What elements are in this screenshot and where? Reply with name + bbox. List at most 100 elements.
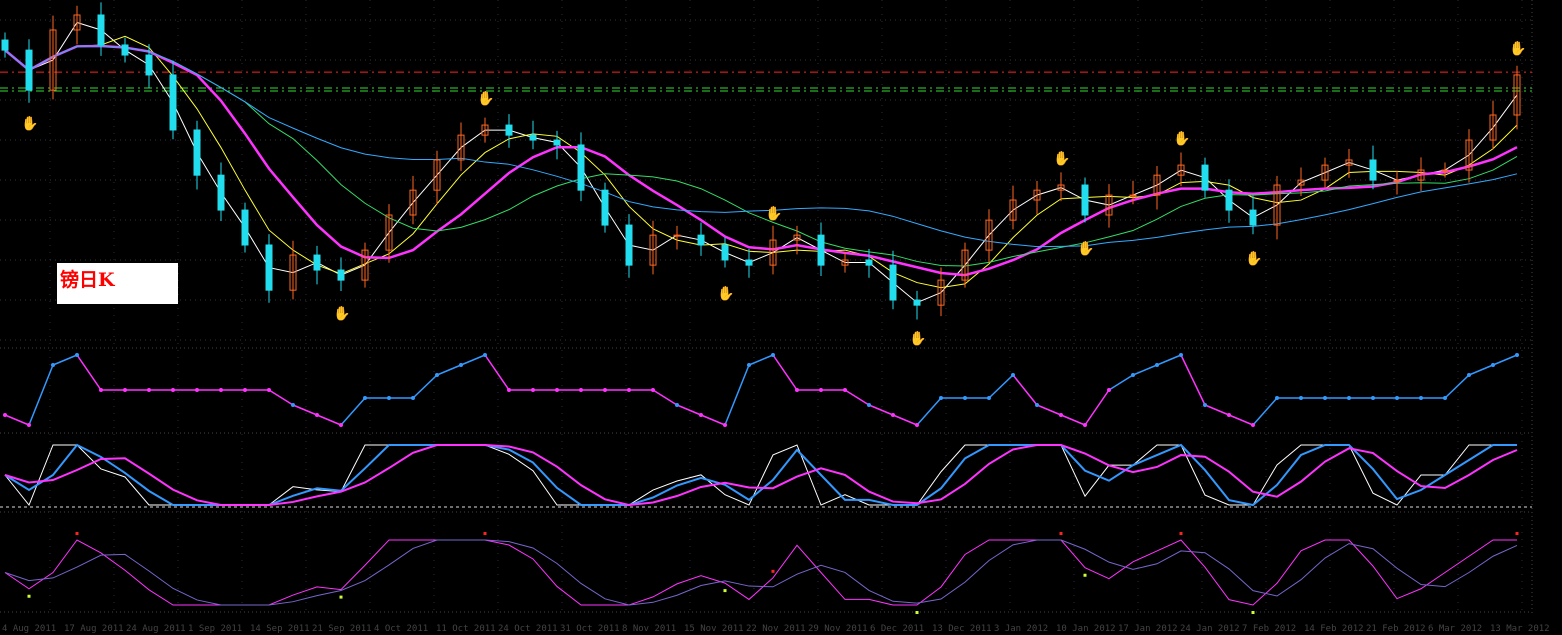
candle-body <box>1225 189 1233 211</box>
step-indicator-segment <box>1108 374 1134 391</box>
moving-average-ma20 <box>4 44 1518 277</box>
step-indicator-segment <box>1156 354 1182 366</box>
step-indicator-dot <box>459 363 463 367</box>
candle-body <box>889 264 897 301</box>
bottom-hand-icon: ✋ <box>21 115 38 132</box>
step-indicator-segment <box>676 404 702 416</box>
step-indicator-segment <box>1180 354 1206 406</box>
step-indicator-segment <box>1204 404 1230 416</box>
step-indicator-dot <box>387 396 391 400</box>
candle-body <box>745 259 753 266</box>
step-indicator-dot <box>3 413 7 417</box>
step-indicator-segment <box>1228 414 1254 426</box>
step-indicator-segment <box>1036 404 1062 416</box>
step-indicator-segment <box>292 404 318 416</box>
x-tick-label: 14 Feb 2012 <box>1304 624 1364 634</box>
x-tick-label: 7 Feb 2012 <box>1242 624 1296 634</box>
oscillator-bottom-marker <box>27 594 31 598</box>
candle-body <box>697 234 705 246</box>
step-indicator-dot <box>1443 396 1447 400</box>
step-indicator-segment <box>4 414 30 426</box>
bottom-hand-icon: ✋ <box>1245 250 1262 267</box>
x-tick-label: 21 Sep 2011 <box>312 624 372 634</box>
candle-body <box>217 174 225 211</box>
x-tick-label: 24 Oct 2011 <box>498 624 558 634</box>
x-tick-label: 4 Aug 2011 <box>2 624 56 634</box>
step-indicator-dot <box>123 388 127 392</box>
candle-body <box>337 269 345 281</box>
candle-body <box>721 244 729 261</box>
step-indicator-segment <box>1468 364 1494 376</box>
step-indicator-dot <box>987 396 991 400</box>
oscillator-top-marker <box>1179 532 1183 535</box>
step-indicator-segment <box>340 397 366 426</box>
step-indicator-dot <box>1155 363 1159 367</box>
chart-canvas: ✋✋✋✋✋✋✋✋✋✋✋✋4 Aug 201117 Aug 201124 Aug … <box>0 0 1550 634</box>
step-indicator-segment <box>1132 364 1158 376</box>
candle-body <box>1129 194 1137 197</box>
step-indicator-segment <box>436 364 462 376</box>
candle-body <box>121 44 129 56</box>
step-indicator-dot <box>747 363 751 367</box>
candle-body <box>1201 164 1209 191</box>
x-tick-label: 3 Jan 2012 <box>994 624 1048 634</box>
moving-average-ma10 <box>4 35 1518 289</box>
oscillator-top-marker <box>483 532 487 535</box>
candle-body <box>97 14 105 46</box>
oscillator-bottom-marker <box>1251 611 1255 614</box>
step-indicator-dot <box>195 388 199 392</box>
oscillator-top-marker <box>1059 532 1063 535</box>
candle-body <box>1 39 9 51</box>
oscillator-top-marker <box>771 569 775 573</box>
step-indicator-segment <box>76 354 102 391</box>
bottom-hand-icon: ✋ <box>333 305 350 322</box>
step-indicator-segment <box>28 364 54 426</box>
candle-body <box>193 129 201 176</box>
x-tick-label: 14 Sep 2011 <box>250 624 310 634</box>
step-indicator-segment <box>844 389 870 406</box>
candle-body <box>553 139 561 146</box>
step-indicator-dot <box>1011 373 1015 377</box>
step-indicator-dot <box>1299 396 1303 400</box>
candle-body <box>25 49 33 91</box>
step-indicator-segment <box>748 354 774 366</box>
candle-body <box>1441 169 1449 172</box>
step-indicator-dot <box>147 388 151 392</box>
step-indicator-dot <box>291 403 295 407</box>
step-indicator-segment <box>1060 414 1086 426</box>
bottom-hand-icon: ✋ <box>717 285 734 302</box>
step-indicator-dot <box>171 388 175 392</box>
step-indicator-dot <box>1467 373 1471 377</box>
candle-body <box>1393 179 1401 182</box>
oscillator-slow-line <box>4 539 1518 606</box>
step-indicator-dot <box>411 396 415 400</box>
step-indicator-dot <box>675 403 679 407</box>
step-indicator-dot <box>1131 373 1135 377</box>
candle-body <box>529 134 537 141</box>
x-tick-label: 15 Nov 2011 <box>684 624 744 634</box>
step-indicator-dot <box>1035 403 1039 407</box>
candle-body <box>241 209 249 246</box>
bottom-hand-icon: ✋ <box>909 330 926 347</box>
step-indicator-dot <box>723 423 727 427</box>
x-tick-label: 1 Sep 2011 <box>188 624 242 634</box>
candle-body <box>265 244 273 291</box>
step-indicator-dot <box>243 388 247 392</box>
step-indicator-dot <box>963 396 967 400</box>
step-indicator-segment <box>892 414 918 426</box>
step-indicator-dot <box>363 396 367 400</box>
step-indicator-dot <box>1227 413 1231 417</box>
x-tick-label: 8 Nov 2011 <box>622 624 676 634</box>
candle-body <box>1249 209 1257 226</box>
step-indicator-dot <box>891 413 895 417</box>
step-indicator-dot <box>1251 423 1255 427</box>
step-indicator-dot <box>771 353 775 357</box>
step-indicator-dot <box>915 423 919 427</box>
oscillator-bottom-marker <box>1083 573 1087 577</box>
candle-body <box>313 254 321 271</box>
candle-body <box>505 124 513 136</box>
x-tick-label: 13 Dec 2011 <box>932 624 992 634</box>
step-indicator-dot <box>1275 396 1279 400</box>
candle-body <box>1369 159 1377 181</box>
x-tick-label: 29 Nov 2011 <box>808 624 868 634</box>
